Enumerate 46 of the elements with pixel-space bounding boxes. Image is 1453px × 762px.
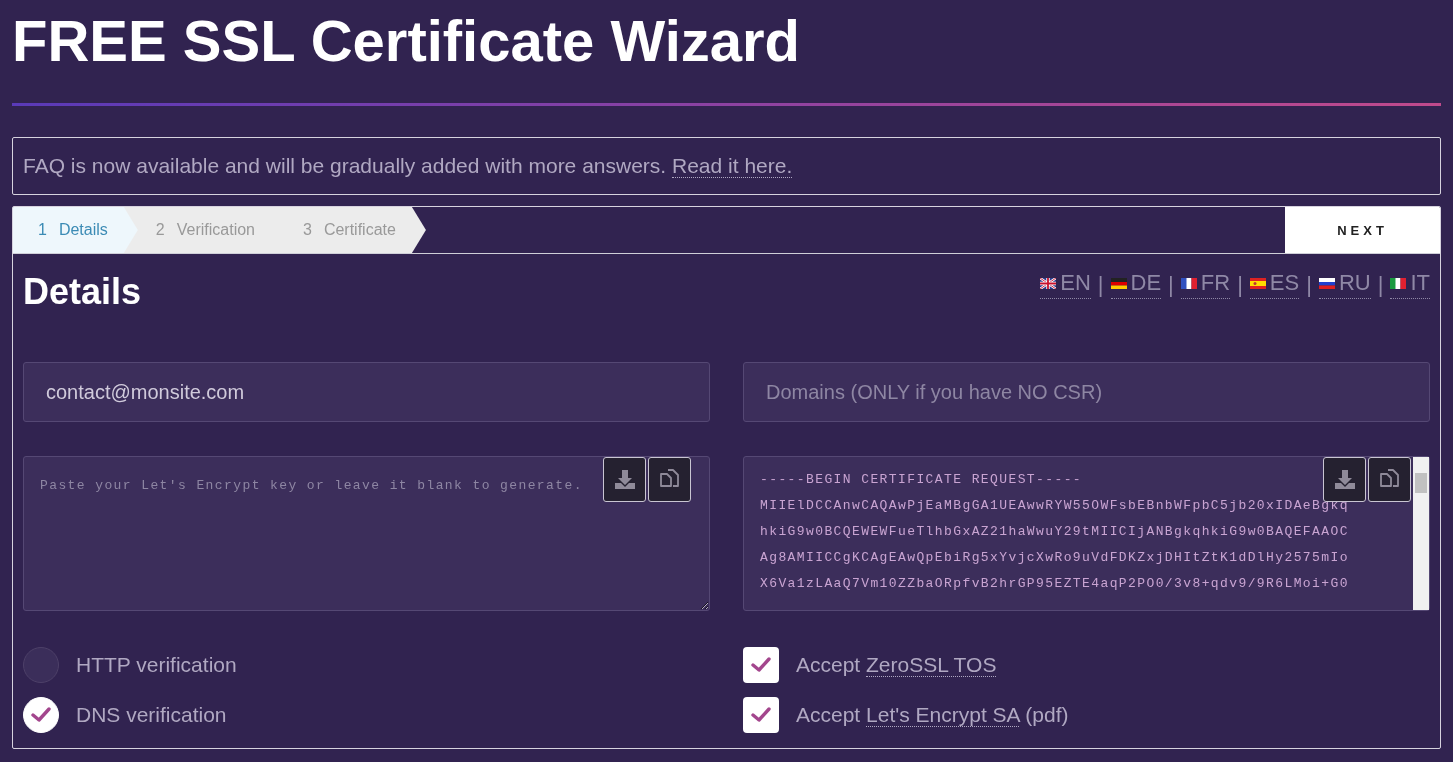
domains-field[interactable]: Domains (ONLY if you have NO CSR) [743, 362, 1430, 422]
flag-icon [1249, 277, 1266, 289]
language-link[interactable]: ES [1249, 270, 1300, 299]
faq-link[interactable]: Read it here. [672, 154, 793, 178]
page-title: FREE SSL Certificate Wizard [12, 7, 802, 75]
separator: | [1237, 271, 1243, 298]
language-link[interactable]: DE [1110, 270, 1162, 299]
download-icon [1333, 468, 1356, 491]
notice-text: FAQ is now available and will be gradually added with more answers. Read it here. [23, 154, 793, 178]
scrollbar[interactable] [1413, 457, 1429, 610]
copy-button[interactable] [1368, 457, 1411, 502]
key-field[interactable]: Paste your Let's Encrypt key or leave it blank to generate. [23, 456, 710, 611]
radio-button[interactable] [23, 647, 59, 683]
flag-icon [1040, 277, 1057, 289]
email-field[interactable]: contact@monsite.com [23, 362, 710, 422]
download-icon [613, 468, 636, 491]
flag-icon [1110, 277, 1127, 289]
option-label: Accept ZeroSSL TOS [796, 653, 997, 677]
option-label: Accept Let's Encrypt SA (pdf) [796, 703, 1069, 727]
language-link[interactable]: RU [1318, 270, 1371, 299]
option-label: HTTP verification [76, 653, 237, 677]
language-link[interactable]: IT [1390, 270, 1430, 299]
section-title: Details [23, 270, 142, 314]
separator: | [1306, 271, 1312, 298]
step-tab[interactable]: 1 Details [13, 207, 138, 253]
separator: | [1097, 271, 1104, 298]
option-label: DNS verification [76, 703, 227, 727]
check-icon [751, 707, 771, 723]
check-icon [31, 707, 51, 723]
checkbox[interactable] [743, 647, 779, 683]
copy-button[interactable] [648, 457, 691, 502]
next-button[interactable]: NEXT [1285, 207, 1440, 253]
separator: | [1168, 271, 1174, 298]
language-link[interactable]: EN [1040, 270, 1091, 299]
download-button[interactable] [1323, 457, 1366, 502]
terms-link[interactable]: Let's Encrypt SA [866, 703, 1020, 727]
flag-icon [1180, 277, 1197, 289]
separator: | [1377, 271, 1384, 298]
flag-icon [1318, 277, 1335, 289]
check-icon [751, 657, 771, 673]
checkbox[interactable] [743, 697, 779, 733]
download-button[interactable] [603, 457, 646, 502]
language-link[interactable]: FR [1180, 270, 1231, 299]
flag-icon [1390, 277, 1407, 289]
terms-link[interactable]: ZeroSSL TOS [866, 653, 997, 677]
csr-field[interactable]: -----BEGIN CERTIFICATE REQUEST----- MIIElDCCAnwCAQAwPjEaMBgGA1UEAwwRYW55OWFsbEBnbWFpbC5jb20xIDAeBgkq hkiG9w0BCQEWEWFueTlhbGxAZ21haWwuY29tMIICIjANBgkqhkiG9w0BAQEFAAOC Ag8AMIICCgKCAgEAwQpEbiRg5xYvjcXwRo9uVdFDKZxjDHItZtK1dDlHy2575mIo X6Va1zLAaQ7Vm10ZZbaORpfvB2hrGP95EZTE4aqP2PO0/3v8+qdv9/9R6LMoi+G0 [743, 456, 1430, 611]
